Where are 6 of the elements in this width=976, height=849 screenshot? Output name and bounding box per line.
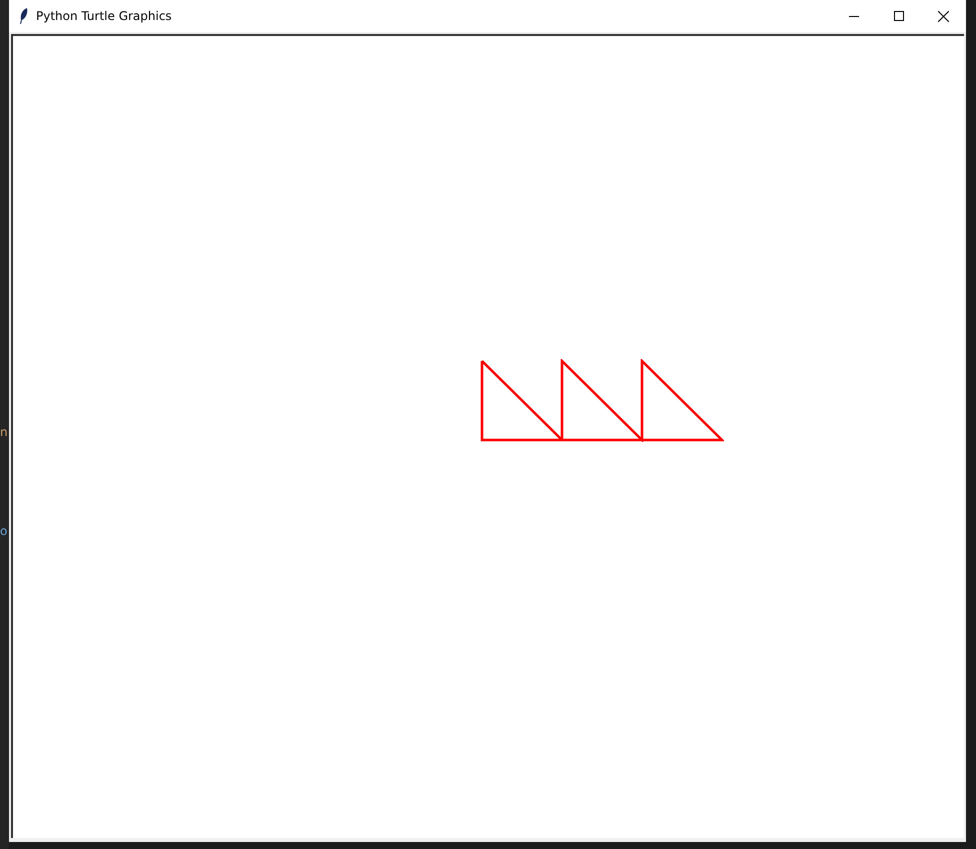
background-text: n xyxy=(0,425,9,439)
close-icon xyxy=(938,10,949,22)
maximize-icon xyxy=(894,11,904,21)
feather-icon xyxy=(19,8,28,24)
background-text: o xyxy=(0,524,8,538)
window-title: Python Turtle Graphics xyxy=(36,9,172,23)
